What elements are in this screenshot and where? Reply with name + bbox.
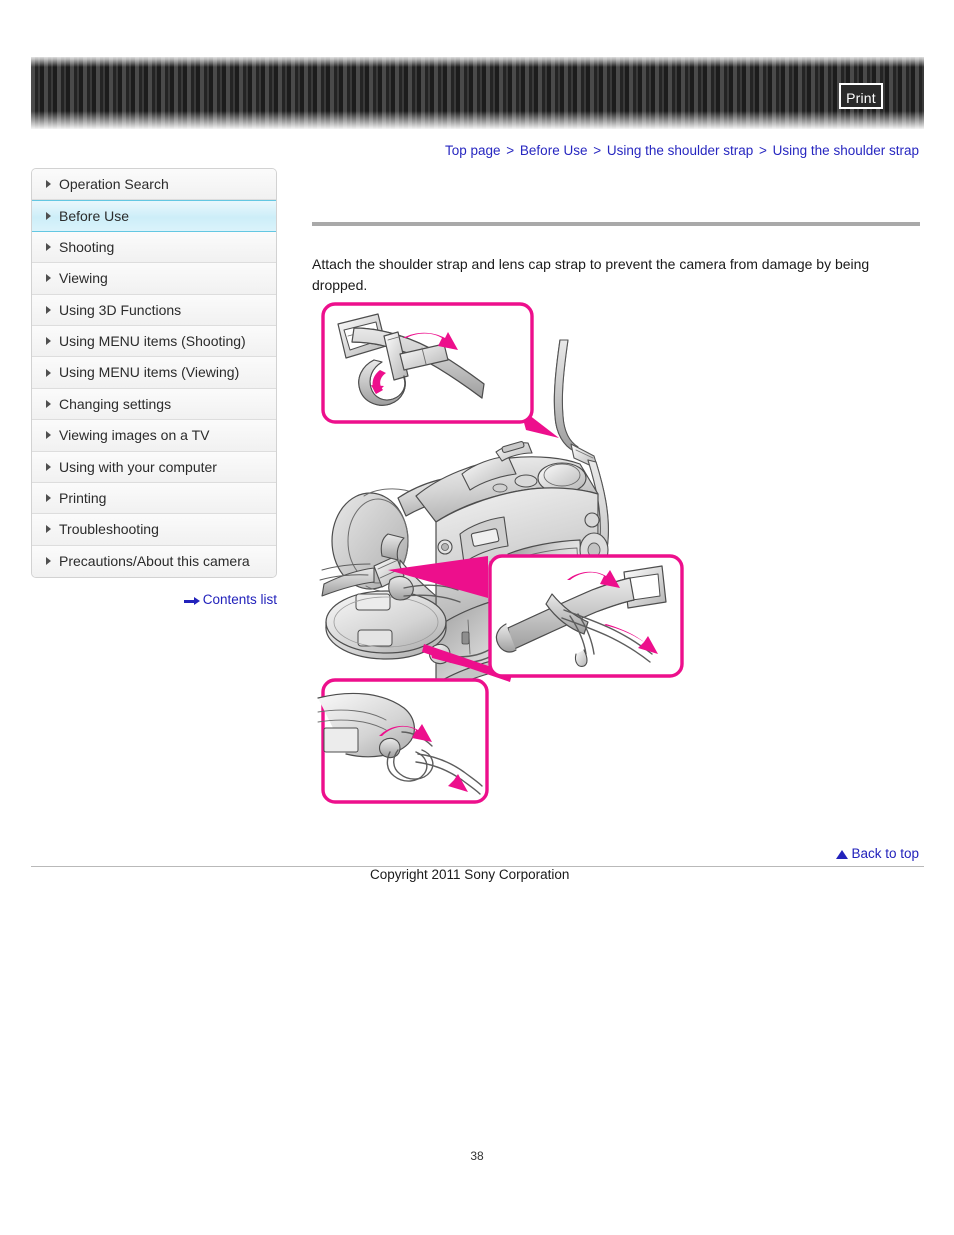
sidebar-item-label: Viewing images on a TV: [59, 427, 210, 444]
sidebar-item-using-menu-items-shooting[interactable]: Using MENU items (Shooting): [32, 325, 276, 358]
print-button[interactable]: Print: [839, 83, 883, 109]
main-content: Attach the shoulder strap and lens cap s…: [312, 222, 920, 310]
triangle-right-icon: [46, 212, 51, 221]
sidebar-item-using-3d-functions[interactable]: Using 3D Functions: [32, 294, 276, 326]
sidebar-item-using-with-your-computer[interactable]: Using with your computer: [32, 451, 276, 483]
sidebar-item-operation-search[interactable]: Operation Search: [32, 169, 276, 201]
triangle-right-icon: [46, 337, 51, 346]
page-number: 38: [470, 1149, 484, 1163]
sidebar-item-shooting[interactable]: Shooting: [32, 231, 276, 264]
breadcrumb-item-before-use[interactable]: Before Use: [520, 143, 588, 158]
intro-paragraph: Attach the shoulder strap and lens cap s…: [312, 256, 870, 293]
sidebar-item-troubleshooting[interactable]: Troubleshooting: [32, 514, 276, 546]
callout-box-lens-cap-cord-bottom: [317, 678, 489, 804]
contents-list-label: Contents list: [202, 592, 277, 607]
sidebar-item-label: Changing settings: [59, 395, 172, 412]
triangle-right-icon: [46, 525, 51, 534]
sidebar-item-label: Using 3D Functions: [59, 301, 182, 318]
sidebar-item-using-menu-items-viewing[interactable]: Using MENU items (Viewing): [32, 357, 276, 389]
sidebar-item-label: Shooting: [59, 238, 115, 255]
copyright-text: Copyright 2011 Sony Corporation: [370, 867, 570, 882]
triangle-right-icon: [46, 242, 51, 251]
sidebar-item-viewing[interactable]: Viewing: [32, 263, 276, 295]
sidebar-item-before-use[interactable]: Before Use: [32, 200, 276, 232]
breadcrumb-item-current-page[interactable]: Using the shoulder strap: [773, 143, 919, 158]
triangle-right-icon: [46, 462, 51, 471]
back-to-top-label: Back to top: [851, 846, 919, 861]
contents-list-link[interactable]: Contents list: [31, 592, 277, 607]
triangle-right-icon: [46, 557, 51, 566]
breadcrumb-separator: >: [593, 143, 602, 158]
sidebar-navigation: Operation Search Before Use Shooting Vie…: [31, 168, 277, 579]
sidebar-item-label: Using MENU items (Shooting): [59, 332, 246, 349]
callout-box-strap-cord-right: [488, 554, 684, 678]
sidebar-item-label: Precautions/About this camera: [59, 552, 250, 569]
sidebar-item-viewing-images-on-a-tv[interactable]: Viewing images on a TV: [32, 420, 276, 452]
breadcrumb-separator: >: [506, 143, 515, 158]
breadcrumb: Top page > Before Use > Using the should…: [0, 143, 919, 158]
sidebar-item-label: Before Use: [59, 208, 130, 225]
triangle-right-icon: [46, 305, 51, 314]
callout-box-strap-loop-top: [321, 302, 534, 424]
page-header-banner: Print: [31, 57, 924, 129]
triangle-right-icon: [46, 431, 51, 440]
breadcrumb-item-using-the-shoulder-strap[interactable]: Using the shoulder strap: [607, 143, 753, 158]
sidebar-item-precautions-about-this-camera[interactable]: Precautions/About this camera: [32, 545, 276, 578]
arrow-right-icon: [183, 597, 200, 605]
breadcrumb-separator: >: [759, 143, 767, 158]
sidebar-item-label: Printing: [59, 489, 107, 506]
sidebar-item-label: Operation Search: [59, 176, 169, 192]
triangle-up-icon: [836, 850, 849, 859]
triangle-right-icon: [46, 180, 51, 189]
triangle-right-icon: [46, 494, 51, 503]
sidebar-item-label: Viewing: [59, 270, 108, 287]
breadcrumb-item-top-page[interactable]: Top page: [445, 143, 501, 158]
triangle-right-icon: [46, 368, 51, 377]
sidebar-item-label: Using MENU items (Viewing): [59, 364, 240, 381]
triangle-right-icon: [46, 399, 51, 408]
sidebar-item-printing[interactable]: Printing: [32, 482, 276, 515]
sidebar-item-label: Using with your computer: [59, 458, 217, 475]
triangle-right-icon: [46, 274, 51, 283]
sidebar-item-changing-settings[interactable]: Changing settings: [32, 388, 276, 421]
content-divider: [312, 222, 920, 226]
shoulder-strap-illustration: [312, 298, 692, 813]
sidebar-item-label: Troubleshooting: [59, 521, 159, 538]
back-to-top-link[interactable]: Back to top: [0, 846, 919, 861]
